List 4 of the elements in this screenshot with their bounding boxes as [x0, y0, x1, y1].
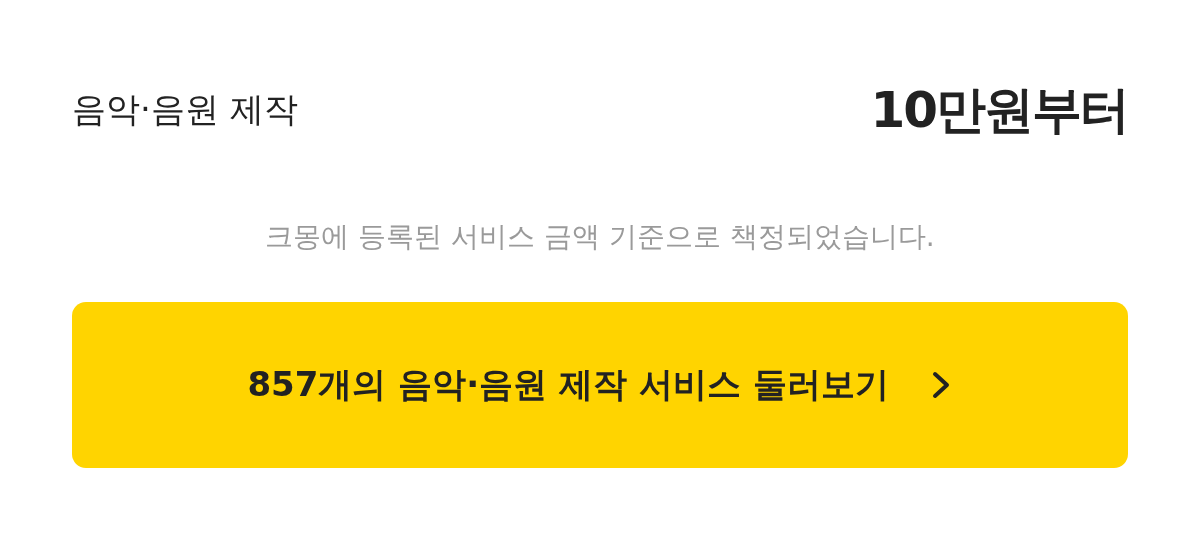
price-text: 10만원부터 — [870, 79, 1128, 141]
category-title: 음악·음원 제작 — [72, 88, 298, 131]
price-note: 크몽에 등록된 서비스 금액 기준으로 책정되었습니다. — [264, 219, 936, 255]
browse-services-button[interactable]: 857개의 음악·음원 제작 서비스 둘러보기 — [72, 302, 1128, 468]
